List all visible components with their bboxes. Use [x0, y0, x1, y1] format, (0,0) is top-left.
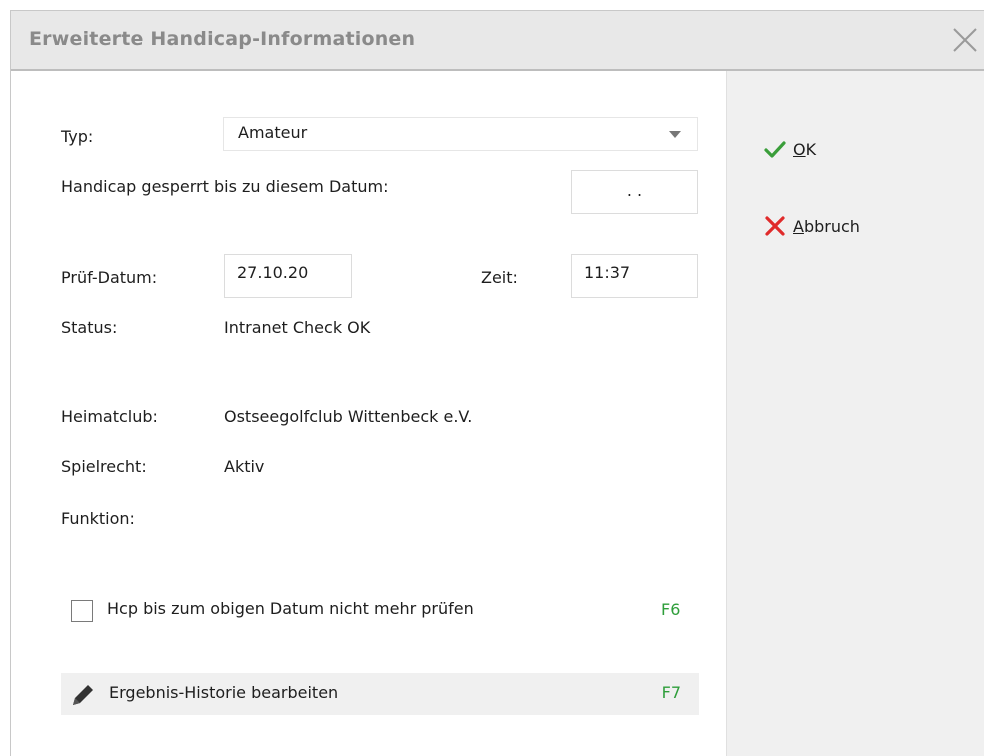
close-button[interactable]	[946, 21, 984, 59]
f7-shortcut: F7	[661, 683, 681, 702]
chevron-down-icon	[669, 131, 681, 138]
typ-select[interactable]: Amateur	[223, 117, 698, 151]
cross-icon	[765, 216, 785, 236]
heimatclub-value: Ostseegolfclub Wittenbeck e.V.	[224, 407, 473, 426]
edit-history-label: Ergebnis-Historie bearbeiten	[109, 683, 339, 702]
checkmark-icon	[764, 141, 786, 158]
spielrecht-label: Spielrecht:	[61, 457, 147, 476]
no-recheck-label[interactable]: Hcp bis zum obigen Datum nicht mehr prüf…	[107, 599, 474, 618]
zeit-field[interactable]: 11:37	[571, 254, 698, 298]
ok-label: OK	[793, 139, 817, 159]
gesperrt-label: Handicap gesperrt bis zu diesem Datum:	[61, 177, 389, 196]
pencil-icon	[73, 685, 93, 705]
cancel-label: Abbruch	[793, 216, 860, 236]
action-panel: OK Abbruch	[726, 71, 984, 756]
typ-select-value: Amateur	[238, 123, 308, 142]
ok-button[interactable]: OK	[763, 137, 816, 161]
status-value: Intranet Check OK	[224, 318, 371, 337]
no-recheck-checkbox[interactable]	[71, 600, 93, 622]
spielrecht-value: Aktiv	[224, 457, 265, 476]
dialog-window: Erweiterte Handicap-Informationen Typ: A…	[10, 10, 984, 756]
dialog-title: Erweiterte Handicap-Informationen	[29, 28, 416, 50]
cancel-button[interactable]: Abbruch	[763, 214, 860, 238]
gesperrt-date-field[interactable]: . .	[571, 170, 698, 214]
edit-history-button[interactable]: Ergebnis-Historie bearbeiten F7	[61, 673, 699, 715]
f6-shortcut: F6	[661, 600, 681, 619]
pruefdatum-field[interactable]: 27.10.20	[224, 254, 352, 298]
status-label: Status:	[61, 318, 118, 337]
funktion-label: Funktion:	[61, 509, 135, 528]
heimatclub-label: Heimatclub:	[61, 407, 158, 426]
pruefdatum-label: Prüf-Datum:	[61, 268, 158, 287]
title-bar: Erweiterte Handicap-Informationen	[11, 11, 984, 71]
close-icon	[953, 28, 977, 52]
typ-label: Typ:	[61, 127, 94, 146]
zeit-label: Zeit:	[481, 268, 518, 287]
